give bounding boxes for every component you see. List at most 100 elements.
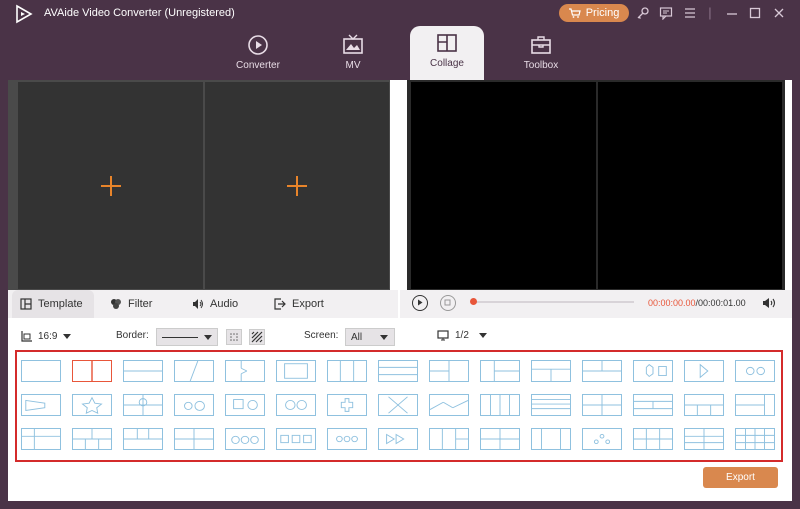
- template-thumbnail: [490, 395, 510, 415]
- tab-collage[interactable]: Collage: [410, 26, 484, 80]
- tab-converter[interactable]: Converter: [219, 28, 297, 80]
- template-thumbnail: [430, 361, 450, 381]
- template-option[interactable]: [378, 394, 418, 416]
- border-style-select[interactable]: [156, 328, 218, 346]
- key-icon[interactable]: [636, 6, 650, 20]
- template-thumbnail: [73, 429, 111, 449]
- collage-cell-2[interactable]: [205, 82, 389, 289]
- template-option[interactable]: [225, 360, 265, 382]
- tab-label: Collage: [430, 58, 464, 69]
- template-option[interactable]: [225, 428, 265, 450]
- template-option[interactable]: [225, 394, 265, 416]
- template-option[interactable]: [276, 394, 316, 416]
- template-option[interactable]: [378, 360, 418, 382]
- template-option[interactable]: [21, 394, 61, 416]
- template-option[interactable]: [327, 428, 367, 450]
- template-thumbnail: [81, 396, 103, 414]
- template-option[interactable]: [21, 428, 61, 450]
- menu-icon[interactable]: [683, 6, 697, 20]
- template-option[interactable]: [21, 360, 61, 382]
- maximize-icon[interactable]: [748, 6, 762, 20]
- template-thumbnail: [736, 429, 774, 449]
- template-option[interactable]: [684, 394, 724, 416]
- chevron-down-icon: [204, 334, 212, 340]
- template-option[interactable]: [123, 360, 163, 382]
- template-option[interactable]: [378, 428, 418, 450]
- template-option[interactable]: [429, 360, 469, 382]
- template-option[interactable]: [72, 394, 112, 416]
- chevron-down-icon: [380, 334, 389, 340]
- template-thumbnail: [634, 429, 672, 449]
- template-option[interactable]: [429, 394, 469, 416]
- template-option[interactable]: [735, 428, 775, 450]
- export-button[interactable]: Export: [703, 467, 778, 488]
- template-option[interactable]: [735, 394, 775, 416]
- add-media-icon[interactable]: [100, 175, 121, 196]
- border-pattern-button[interactable]: [249, 329, 265, 345]
- close-icon[interactable]: [772, 6, 786, 20]
- template-option[interactable]: [480, 394, 520, 416]
- collage-cell-1[interactable]: [18, 82, 203, 289]
- template-option[interactable]: [531, 428, 571, 450]
- minimize-icon[interactable]: [725, 6, 739, 20]
- template-option[interactable]: [174, 428, 214, 450]
- tab-audio[interactable]: Audio: [184, 290, 254, 318]
- template-option[interactable]: [174, 394, 214, 416]
- border-label: Border:: [116, 330, 149, 341]
- preview-cell-1: [411, 82, 596, 289]
- chat-icon[interactable]: [659, 6, 673, 20]
- template-option[interactable]: [480, 428, 520, 450]
- template-thumbnail: [532, 368, 570, 381]
- template-option[interactable]: [123, 428, 163, 450]
- template-thumbnail: [745, 366, 765, 376]
- page-select[interactable]: 1/2: [437, 330, 487, 341]
- template-option[interactable]: [684, 360, 724, 382]
- dots-icon: [230, 333, 238, 341]
- template-option[interactable]: [684, 428, 724, 450]
- tab-export[interactable]: Export: [266, 290, 338, 318]
- template-option[interactable]: [327, 360, 367, 382]
- play-button[interactable]: [412, 295, 428, 311]
- pricing-button[interactable]: Pricing: [559, 4, 629, 22]
- ratio-select[interactable]: 16:9: [21, 330, 72, 342]
- template-option[interactable]: [429, 428, 469, 450]
- template-option[interactable]: [123, 394, 163, 416]
- tab-label: Template: [38, 298, 83, 310]
- tab-label: Audio: [210, 298, 239, 310]
- template-option[interactable]: [276, 360, 316, 382]
- template-thumbnail: [240, 361, 248, 381]
- border-color-button[interactable]: [226, 329, 242, 345]
- template-option[interactable]: [276, 428, 316, 450]
- template-option[interactable]: [582, 394, 622, 416]
- template-option[interactable]: [633, 394, 673, 416]
- volume-icon[interactable]: [762, 297, 776, 309]
- template-option[interactable]: [582, 428, 622, 450]
- template-option[interactable]: [633, 428, 673, 450]
- tab-mv[interactable]: MV: [314, 28, 392, 80]
- template-option[interactable]: [735, 360, 775, 382]
- add-media-icon[interactable]: [287, 175, 307, 196]
- screen-value: All: [351, 331, 363, 343]
- filter-icon: [111, 299, 121, 309]
- tab-template[interactable]: Template: [12, 290, 94, 318]
- template-option[interactable]: [174, 360, 214, 382]
- tab-filter[interactable]: Filter: [102, 290, 172, 318]
- template-option[interactable]: [72, 428, 112, 450]
- template-thumbnail: [645, 364, 667, 378]
- tab-toolbox[interactable]: Toolbox: [502, 28, 580, 80]
- template-option[interactable]: [531, 360, 571, 382]
- template-option[interactable]: [531, 394, 571, 416]
- tab-label: Converter: [236, 60, 280, 71]
- template-option[interactable]: [72, 360, 112, 382]
- screen-select[interactable]: All: [345, 328, 395, 346]
- template-option[interactable]: [633, 360, 673, 382]
- stop-button[interactable]: [440, 295, 456, 311]
- template-thumbnail: [285, 400, 307, 410]
- template-option[interactable]: [480, 360, 520, 382]
- progress-bar[interactable]: [474, 301, 634, 303]
- template-thumbnail: [532, 399, 570, 410]
- progress-handle[interactable]: [470, 298, 477, 305]
- template-option[interactable]: [582, 360, 622, 382]
- template-option[interactable]: [327, 394, 367, 416]
- template-thumbnail: [493, 361, 519, 381]
